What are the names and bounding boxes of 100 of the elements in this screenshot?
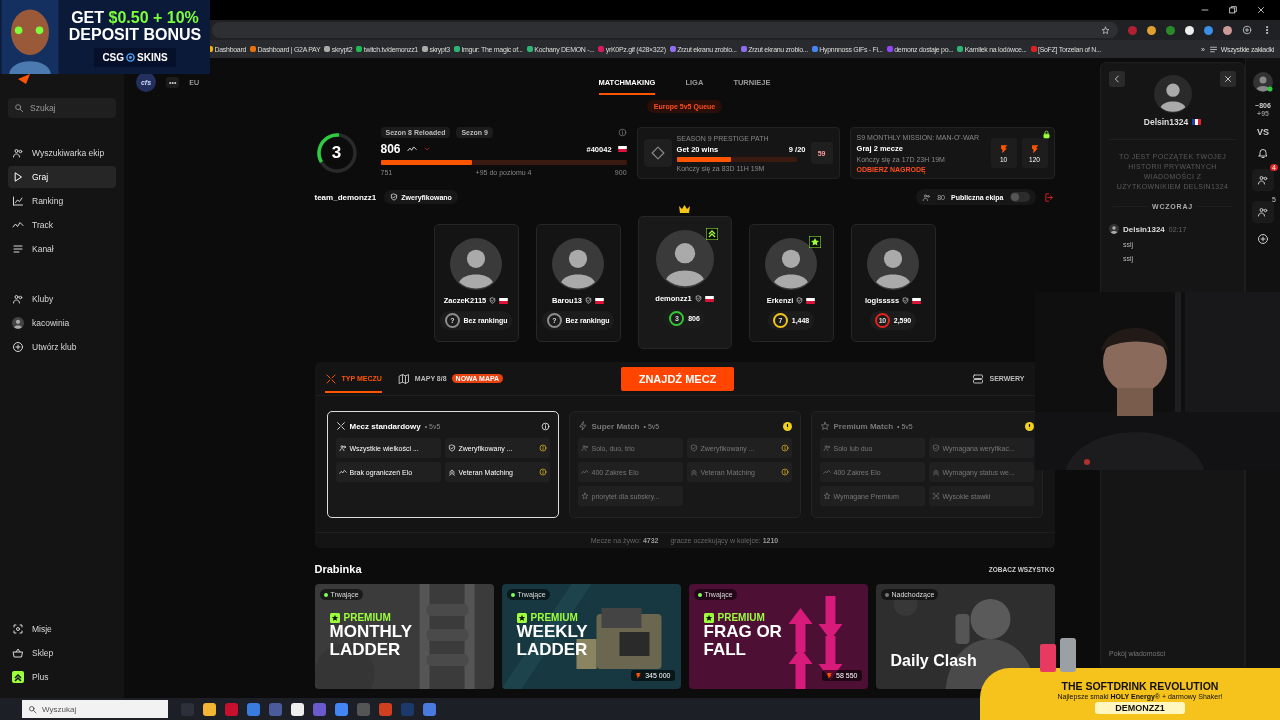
restore-icon[interactable] xyxy=(1228,5,1238,15)
flag-icon xyxy=(912,297,922,304)
nav-item[interactable]: Graj xyxy=(8,166,116,188)
feature-icon xyxy=(580,444,589,452)
flag-icon xyxy=(806,297,816,304)
nav-item[interactable]: Kanał xyxy=(8,238,116,260)
nav-icon xyxy=(12,171,24,183)
nav-item[interactable]: Misje xyxy=(8,618,116,640)
feature-icon xyxy=(580,492,589,500)
plus-icon xyxy=(12,671,24,683)
versus-button[interactable]: VS xyxy=(1257,127,1269,137)
points-icon xyxy=(998,143,1009,154)
nav-item[interactable]: Sklep xyxy=(8,642,116,664)
section-title: Drabinka xyxy=(314,563,362,575)
app-icon[interactable] xyxy=(203,702,216,716)
caret-icon xyxy=(422,145,431,153)
avatar xyxy=(655,230,714,288)
info-icon xyxy=(617,128,627,137)
ladder-title: Daily Clash xyxy=(890,652,978,670)
match-type-icon xyxy=(335,421,346,431)
party-button[interactable] xyxy=(1252,201,1274,223)
feature-icon xyxy=(931,468,940,476)
flag-icon xyxy=(595,297,604,304)
site-icon xyxy=(1030,46,1037,52)
toggle-switch[interactable] xyxy=(1009,192,1030,202)
close-icon xyxy=(1223,74,1233,84)
points-icon xyxy=(826,672,834,679)
avatar xyxy=(1109,224,1119,234)
match-type-title: Premium Match xyxy=(833,421,894,431)
search-field[interactable]: Szukaj xyxy=(8,98,116,118)
nav-item[interactable]: Ranking xyxy=(8,190,116,212)
nav-icon xyxy=(12,243,24,255)
nav-item[interactable]: Track xyxy=(8,214,116,236)
nav-item[interactable]: Utwórz klub xyxy=(8,336,116,358)
club-item[interactable]: kacowinia xyxy=(8,312,116,334)
map-icon xyxy=(397,372,410,385)
avatar xyxy=(765,238,817,290)
nav-icon xyxy=(12,195,24,207)
star-icon xyxy=(1101,25,1110,35)
feature-icon xyxy=(931,444,940,452)
feature-icon xyxy=(931,492,940,500)
feature-icon xyxy=(338,444,347,452)
site-icon xyxy=(598,46,605,52)
nav-item[interactable]: Kluby xyxy=(8,288,116,310)
avatar xyxy=(867,238,919,290)
people-icon xyxy=(922,192,932,202)
feature-icon xyxy=(822,444,831,452)
premium-icon xyxy=(329,612,340,623)
site-icon xyxy=(324,46,331,52)
site-icon xyxy=(811,46,818,52)
avatar xyxy=(552,238,604,290)
feature-icon xyxy=(580,468,589,476)
tier-label: PREMIUM xyxy=(343,612,391,623)
verified-icon xyxy=(585,297,592,304)
basket-icon xyxy=(12,647,24,659)
ladder-title: FRAG OR FALL xyxy=(703,623,783,659)
site-icon xyxy=(886,46,893,52)
verified-icon xyxy=(390,193,399,201)
points-icon xyxy=(1029,143,1040,154)
site-icon xyxy=(356,46,363,52)
flag-icon xyxy=(499,297,509,304)
people-icon xyxy=(12,293,24,305)
add-icon[interactable] xyxy=(1257,233,1269,245)
ad-headline: THE SOFTDRINK REVOLUTION xyxy=(1061,680,1219,692)
search-icon xyxy=(14,103,24,113)
exit-icon xyxy=(1043,191,1055,203)
avatar[interactable] xyxy=(1253,72,1273,92)
match-type-icon xyxy=(577,421,588,431)
message-author: Delsin1324 xyxy=(1123,224,1165,234)
verified-icon xyxy=(902,297,910,304)
nav-item[interactable]: Wyszukiwarka ekip xyxy=(8,142,116,164)
bell-icon[interactable] xyxy=(1257,147,1269,159)
tier-label: PREMIUM xyxy=(530,612,578,623)
nav-item[interactable]: Plus xyxy=(8,666,116,688)
avatar xyxy=(1153,75,1192,113)
verified-icon xyxy=(796,297,804,304)
ad-headline: GET $0.50 + 10% xyxy=(71,9,199,26)
app-icon[interactable] xyxy=(291,702,304,716)
feature-icon xyxy=(447,468,456,476)
diamond-icon xyxy=(650,146,665,160)
search-icon xyxy=(28,704,37,714)
tier-label: PREMIUM xyxy=(717,612,765,623)
verified-icon xyxy=(694,295,702,302)
friends-button[interactable] xyxy=(1252,169,1274,191)
lock-icon xyxy=(1041,130,1051,139)
ad-brand: CSG xyxy=(102,51,125,65)
back-button[interactable] xyxy=(1109,71,1125,87)
close-button[interactable] xyxy=(1220,71,1236,87)
skill-level: 3 xyxy=(331,143,342,163)
avatar xyxy=(450,238,502,290)
ad-brand: SKINS xyxy=(137,51,168,65)
people-icon xyxy=(1257,174,1269,186)
close-icon[interactable] xyxy=(1256,5,1266,15)
team-name: team_demonzz1 xyxy=(314,192,377,202)
points-icon xyxy=(635,672,643,679)
site-icon xyxy=(453,46,460,52)
match-type-icon xyxy=(819,421,830,431)
search-field[interactable]: Wyszukaj xyxy=(22,700,168,718)
promo-code: DEMONZZ1 xyxy=(1095,702,1185,714)
site-icon xyxy=(740,46,747,52)
